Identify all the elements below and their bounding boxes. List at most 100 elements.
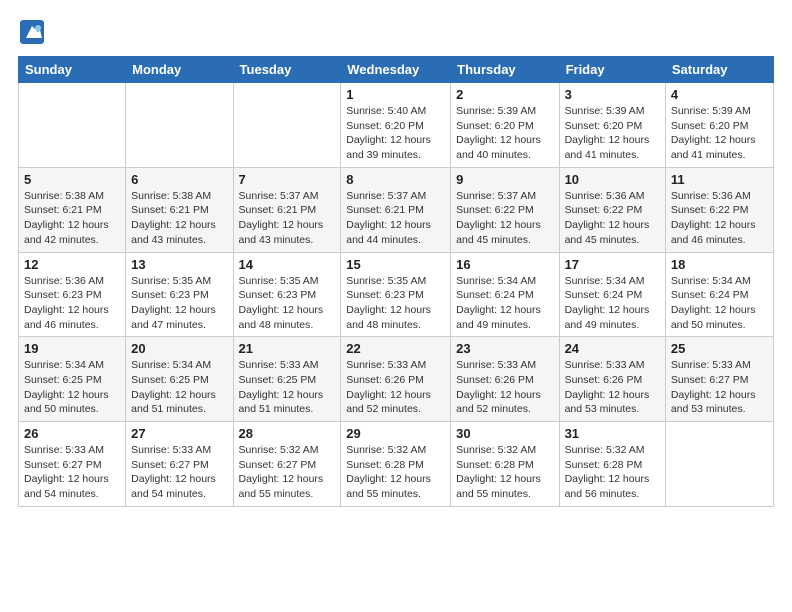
day-detail: Sunrise: 5:39 AM Sunset: 6:20 PM Dayligh…	[565, 104, 660, 163]
day-detail: Sunrise: 5:37 AM Sunset: 6:21 PM Dayligh…	[346, 189, 445, 248]
day-detail: Sunrise: 5:32 AM Sunset: 6:28 PM Dayligh…	[565, 443, 660, 502]
calendar-cell: 10 Sunrise: 5:36 AM Sunset: 6:22 PM Dayli…	[559, 167, 665, 252]
calendar-cell	[665, 422, 773, 507]
logo-icon	[18, 18, 46, 46]
calendar-cell: 19 Sunrise: 5:34 AM Sunset: 6:25 PM Dayli…	[19, 337, 126, 422]
calendar-cell: 26 Sunrise: 5:33 AM Sunset: 6:27 PM Dayli…	[19, 422, 126, 507]
logo	[18, 18, 50, 46]
day-detail: Sunrise: 5:38 AM Sunset: 6:21 PM Dayligh…	[131, 189, 227, 248]
day-number: 19	[24, 341, 120, 356]
calendar-cell: 27 Sunrise: 5:33 AM Sunset: 6:27 PM Dayli…	[126, 422, 233, 507]
day-number: 4	[671, 87, 768, 102]
page: SundayMondayTuesdayWednesdayThursdayFrid…	[0, 0, 792, 525]
calendar-cell	[126, 83, 233, 168]
calendar-cell: 24 Sunrise: 5:33 AM Sunset: 6:26 PM Dayli…	[559, 337, 665, 422]
day-detail: Sunrise: 5:37 AM Sunset: 6:22 PM Dayligh…	[456, 189, 553, 248]
day-number: 17	[565, 257, 660, 272]
calendar-cell: 29 Sunrise: 5:32 AM Sunset: 6:28 PM Dayli…	[341, 422, 451, 507]
calendar-cell: 7Sunrise: 5:37 AM Sunset: 6:21 PM Daylig…	[233, 167, 341, 252]
calendar-cell: 15 Sunrise: 5:35 AM Sunset: 6:23 PM Dayli…	[341, 252, 451, 337]
calendar-cell: 2 Sunrise: 5:39 AM Sunset: 6:20 PM Daylig…	[451, 83, 559, 168]
day-number: 11	[671, 172, 768, 187]
day-number: 29	[346, 426, 445, 441]
day-detail: Sunrise: 5:38 AM Sunset: 6:21 PM Dayligh…	[24, 189, 120, 248]
day-number: 16	[456, 257, 553, 272]
day-number: 15	[346, 257, 445, 272]
day-number: 28	[239, 426, 336, 441]
calendar-cell: 25 Sunrise: 5:33 AM Sunset: 6:27 PM Dayli…	[665, 337, 773, 422]
day-detail: Sunrise: 5:33 AM Sunset: 6:26 PM Dayligh…	[456, 358, 553, 417]
day-number: 14	[239, 257, 336, 272]
day-detail: Sunrise: 5:34 AM Sunset: 6:25 PM Dayligh…	[131, 358, 227, 417]
calendar-cell: 30Sunrise: 5:32 AM Sunset: 6:28 PM Dayli…	[451, 422, 559, 507]
day-detail: Sunrise: 5:36 AM Sunset: 6:22 PM Dayligh…	[565, 189, 660, 248]
day-number: 8	[346, 172, 445, 187]
weekday-header: Thursday	[451, 57, 559, 83]
day-number: 21	[239, 341, 336, 356]
calendar-cell	[19, 83, 126, 168]
day-number: 3	[565, 87, 660, 102]
weekday-header: Monday	[126, 57, 233, 83]
calendar-cell: 9Sunrise: 5:37 AM Sunset: 6:22 PM Daylig…	[451, 167, 559, 252]
calendar-cell: 8 Sunrise: 5:37 AM Sunset: 6:21 PM Daylig…	[341, 167, 451, 252]
day-number: 25	[671, 341, 768, 356]
day-number: 22	[346, 341, 445, 356]
calendar-week-row: 26 Sunrise: 5:33 AM Sunset: 6:27 PM Dayli…	[19, 422, 774, 507]
calendar-cell: 28 Sunrise: 5:32 AM Sunset: 6:27 PM Dayli…	[233, 422, 341, 507]
day-detail: Sunrise: 5:33 AM Sunset: 6:26 PM Dayligh…	[565, 358, 660, 417]
day-detail: Sunrise: 5:35 AM Sunset: 6:23 PM Dayligh…	[131, 274, 227, 333]
calendar-cell: 14 Sunrise: 5:35 AM Sunset: 6:23 PM Dayli…	[233, 252, 341, 337]
day-detail: Sunrise: 5:34 AM Sunset: 6:24 PM Dayligh…	[565, 274, 660, 333]
calendar-cell: 5Sunrise: 5:38 AM Sunset: 6:21 PM Daylig…	[19, 167, 126, 252]
day-number: 24	[565, 341, 660, 356]
calendar-cell: 12Sunrise: 5:36 AM Sunset: 6:23 PM Dayli…	[19, 252, 126, 337]
day-number: 31	[565, 426, 660, 441]
day-number: 18	[671, 257, 768, 272]
day-detail: Sunrise: 5:32 AM Sunset: 6:28 PM Dayligh…	[346, 443, 445, 502]
day-detail: Sunrise: 5:34 AM Sunset: 6:24 PM Dayligh…	[456, 274, 553, 333]
day-detail: Sunrise: 5:35 AM Sunset: 6:23 PM Dayligh…	[346, 274, 445, 333]
weekday-header-row: SundayMondayTuesdayWednesdayThursdayFrid…	[19, 57, 774, 83]
calendar-cell: 31 Sunrise: 5:32 AM Sunset: 6:28 PM Dayli…	[559, 422, 665, 507]
day-detail: Sunrise: 5:32 AM Sunset: 6:27 PM Dayligh…	[239, 443, 336, 502]
calendar-cell: 23 Sunrise: 5:33 AM Sunset: 6:26 PM Dayli…	[451, 337, 559, 422]
day-number: 6	[131, 172, 227, 187]
day-detail: Sunrise: 5:39 AM Sunset: 6:20 PM Dayligh…	[456, 104, 553, 163]
calendar-cell: 21Sunrise: 5:33 AM Sunset: 6:25 PM Dayli…	[233, 337, 341, 422]
day-number: 26	[24, 426, 120, 441]
calendar-week-row: 19 Sunrise: 5:34 AM Sunset: 6:25 PM Dayli…	[19, 337, 774, 422]
day-detail: Sunrise: 5:32 AM Sunset: 6:28 PM Dayligh…	[456, 443, 553, 502]
day-number: 2	[456, 87, 553, 102]
day-number: 23	[456, 341, 553, 356]
weekday-header: Tuesday	[233, 57, 341, 83]
weekday-header: Friday	[559, 57, 665, 83]
day-detail: Sunrise: 5:34 AM Sunset: 6:24 PM Dayligh…	[671, 274, 768, 333]
calendar-cell: 13 Sunrise: 5:35 AM Sunset: 6:23 PM Dayli…	[126, 252, 233, 337]
day-number: 12	[24, 257, 120, 272]
calendar-table: SundayMondayTuesdayWednesdayThursdayFrid…	[18, 56, 774, 507]
calendar-cell: 22 Sunrise: 5:33 AM Sunset: 6:26 PM Dayli…	[341, 337, 451, 422]
calendar-week-row: 12Sunrise: 5:36 AM Sunset: 6:23 PM Dayli…	[19, 252, 774, 337]
header	[18, 18, 774, 46]
day-detail: Sunrise: 5:36 AM Sunset: 6:22 PM Dayligh…	[671, 189, 768, 248]
day-detail: Sunrise: 5:34 AM Sunset: 6:25 PM Dayligh…	[24, 358, 120, 417]
day-number: 27	[131, 426, 227, 441]
calendar-week-row: 5Sunrise: 5:38 AM Sunset: 6:21 PM Daylig…	[19, 167, 774, 252]
day-number: 10	[565, 172, 660, 187]
day-detail: Sunrise: 5:40 AM Sunset: 6:20 PM Dayligh…	[346, 104, 445, 163]
day-detail: Sunrise: 5:37 AM Sunset: 6:21 PM Dayligh…	[239, 189, 336, 248]
day-detail: Sunrise: 5:33 AM Sunset: 6:27 PM Dayligh…	[671, 358, 768, 417]
day-number: 20	[131, 341, 227, 356]
day-detail: Sunrise: 5:33 AM Sunset: 6:27 PM Dayligh…	[24, 443, 120, 502]
calendar-cell	[233, 83, 341, 168]
calendar-cell: 18 Sunrise: 5:34 AM Sunset: 6:24 PM Dayli…	[665, 252, 773, 337]
day-detail: Sunrise: 5:33 AM Sunset: 6:27 PM Dayligh…	[131, 443, 227, 502]
calendar-cell: 4Sunrise: 5:39 AM Sunset: 6:20 PM Daylig…	[665, 83, 773, 168]
day-detail: Sunrise: 5:33 AM Sunset: 6:26 PM Dayligh…	[346, 358, 445, 417]
weekday-header: Saturday	[665, 57, 773, 83]
day-number: 13	[131, 257, 227, 272]
day-detail: Sunrise: 5:35 AM Sunset: 6:23 PM Dayligh…	[239, 274, 336, 333]
calendar-week-row: 1Sunrise: 5:40 AM Sunset: 6:20 PM Daylig…	[19, 83, 774, 168]
calendar-cell: 17 Sunrise: 5:34 AM Sunset: 6:24 PM Dayli…	[559, 252, 665, 337]
calendar-cell: 6 Sunrise: 5:38 AM Sunset: 6:21 PM Daylig…	[126, 167, 233, 252]
